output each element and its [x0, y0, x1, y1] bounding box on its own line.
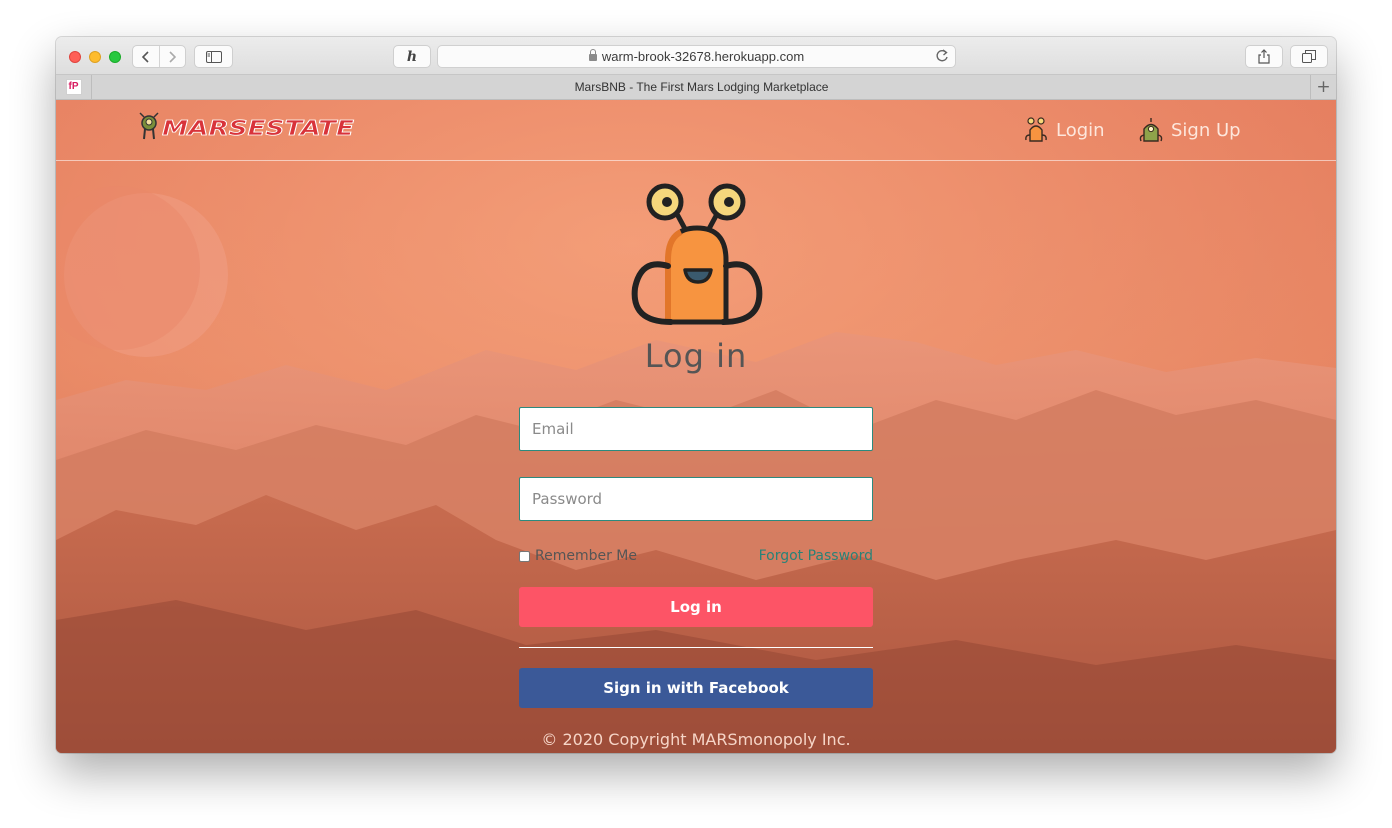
chevron-left-icon	[141, 50, 149, 63]
sidebar-toggle-button[interactable]	[194, 45, 233, 68]
nav-signup-link[interactable]: Sign Up	[1139, 116, 1241, 144]
reload-icon[interactable]	[935, 48, 949, 64]
tab-strip: fP MarsBNB - The First Mars Lodging Mark…	[56, 75, 1336, 100]
remember-me-checkbox[interactable]	[519, 551, 530, 562]
pinned-tab[interactable]: fP	[56, 75, 92, 99]
back-button[interactable]	[133, 46, 159, 67]
tab-overview-button[interactable]	[1290, 45, 1328, 68]
password-input[interactable]	[519, 477, 873, 521]
nav-login-link[interactable]: Login	[1024, 116, 1105, 144]
url-text: warm-brook-32678.herokuapp.com	[601, 49, 805, 64]
close-window-button[interactable]	[69, 51, 81, 63]
login-title: Log in	[644, 337, 748, 375]
minimize-window-button[interactable]	[89, 51, 101, 63]
address-bar[interactable]: warm-brook-32678.herokuapp.com	[437, 45, 956, 68]
login-submit-button[interactable]: Log in	[519, 587, 873, 627]
copyright-text: © 2020 Copyright MARSmonopoly Inc.	[541, 730, 851, 749]
remember-row: Remember Me Forgot Password	[519, 548, 873, 566]
alien-mascot-icon	[631, 183, 763, 325]
chevron-right-icon	[169, 50, 177, 63]
page-content: MARSESTATE Login Sign Up Log in Email Re…	[56, 100, 1336, 753]
remember-me-label[interactable]: Remember Me	[535, 548, 637, 564]
new-tab-button[interactable]: +	[1310, 75, 1336, 99]
form-divider	[519, 647, 873, 648]
alien-signup-icon	[1139, 118, 1163, 142]
browser-window: h warm-brook-32678.herokuapp.com fP Mars…	[56, 37, 1336, 753]
lock-icon	[588, 49, 597, 61]
zoom-window-button[interactable]	[109, 51, 121, 63]
sidebar-icon	[205, 50, 222, 63]
fp-favicon-icon: fP	[65, 79, 82, 95]
alien-login-icon	[1025, 117, 1047, 142]
active-tab[interactable]: MarsBNB - The First Mars Lodging Marketp…	[93, 75, 1310, 99]
facebook-signin-button[interactable]: Sign in with Facebook	[519, 668, 873, 708]
marsestate-logo[interactable]: MARSESTATE	[136, 112, 358, 142]
heroku-icon: h	[406, 48, 418, 65]
extension-button[interactable]: h	[393, 45, 431, 68]
tab-overview-icon	[1302, 50, 1316, 63]
site-navbar: MARSESTATE Login Sign Up	[56, 100, 1336, 161]
forward-button[interactable]	[158, 46, 186, 67]
nav-signup-label: Sign Up	[1171, 119, 1241, 141]
history-nav	[132, 45, 186, 68]
email-input[interactable]	[519, 407, 873, 451]
logo-text: MARSESTATE	[162, 116, 354, 140]
forgot-password-link[interactable]: Forgot Password	[759, 548, 873, 564]
share-button[interactable]	[1245, 45, 1283, 68]
share-icon	[1258, 49, 1270, 64]
alien-logo-icon	[139, 112, 159, 140]
browser-toolbar: h warm-brook-32678.herokuapp.com	[56, 37, 1336, 75]
nav-login-label: Login	[1056, 119, 1105, 141]
tab-title: MarsBNB - The First Mars Lodging Marketp…	[574, 80, 829, 94]
